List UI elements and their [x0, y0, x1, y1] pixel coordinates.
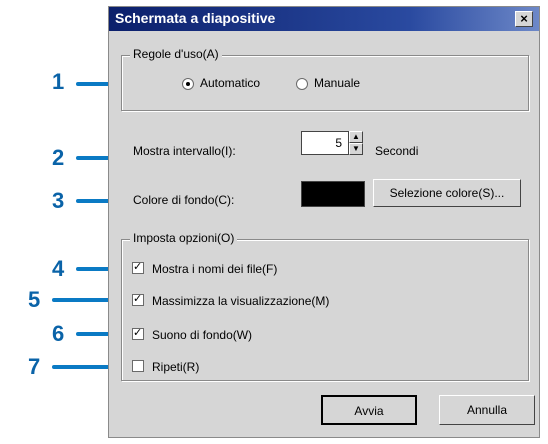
callout-number: 2	[52, 145, 65, 170]
spinner-down-icon[interactable]: ▼	[349, 143, 363, 155]
maximize-view-label[interactable]: Massimizza la visualizzazione(M)	[152, 294, 329, 308]
interval-stepper[interactable]: ▲ ▼	[349, 131, 363, 155]
color-swatch	[301, 181, 365, 207]
radio-manual-label[interactable]: Manuale	[314, 76, 360, 90]
checkbox-show-filenames[interactable]: ✓	[132, 261, 144, 274]
radio-automatic[interactable]	[182, 78, 194, 90]
repeat-label[interactable]: Ripeti(R)	[152, 360, 199, 374]
options-group: Imposta opzioni(O) ✓ Mostra i nomi dei f…	[121, 231, 529, 381]
close-icon: ×	[520, 11, 528, 26]
background-color-label: Colore di fondo(C):	[133, 193, 235, 207]
checkbox-maximize-view[interactable]: ✓	[132, 293, 144, 306]
callout-number: 3	[52, 188, 65, 213]
slideshow-dialog: Schermata a diapositive × Regole d'uso(A…	[108, 6, 540, 438]
select-color-button[interactable]: Selezione colore(S)...	[373, 179, 521, 207]
checkbox-repeat[interactable]	[132, 360, 144, 372]
close-button[interactable]: ×	[515, 11, 533, 27]
callout-number: 5	[28, 287, 41, 312]
options-group-label: Imposta opzioni(O)	[130, 231, 238, 245]
interval-unit: Secondi	[375, 144, 419, 158]
callout-number: 1	[52, 69, 65, 94]
interval-label: Mostra intervallo(I):	[133, 144, 236, 158]
usage-group: Regole d'uso(A) Automatico Manuale	[121, 47, 529, 111]
callout-number: 6	[52, 321, 65, 346]
callout-number: 7	[28, 354, 41, 379]
title-bar[interactable]: Schermata a diapositive ×	[109, 7, 539, 31]
window-title: Schermata a diapositive	[115, 10, 276, 26]
interval-value: 5	[335, 136, 342, 150]
usage-group-label: Regole d'uso(A)	[130, 47, 222, 61]
spinner-up-icon[interactable]: ▲	[349, 131, 363, 143]
start-button[interactable]: Avvia	[321, 395, 417, 425]
show-filenames-label[interactable]: Mostra i nomi dei file(F)	[152, 262, 277, 276]
interval-field[interactable]: 5	[301, 131, 349, 155]
background-sound-label[interactable]: Suono di fondo(W)	[152, 328, 252, 342]
checkbox-background-sound[interactable]: ✓	[132, 327, 144, 340]
cancel-button[interactable]: Annulla	[439, 395, 535, 425]
radio-manual[interactable]	[296, 78, 308, 90]
radio-automatic-label[interactable]: Automatico	[200, 76, 260, 90]
callout-number: 4	[52, 256, 65, 281]
